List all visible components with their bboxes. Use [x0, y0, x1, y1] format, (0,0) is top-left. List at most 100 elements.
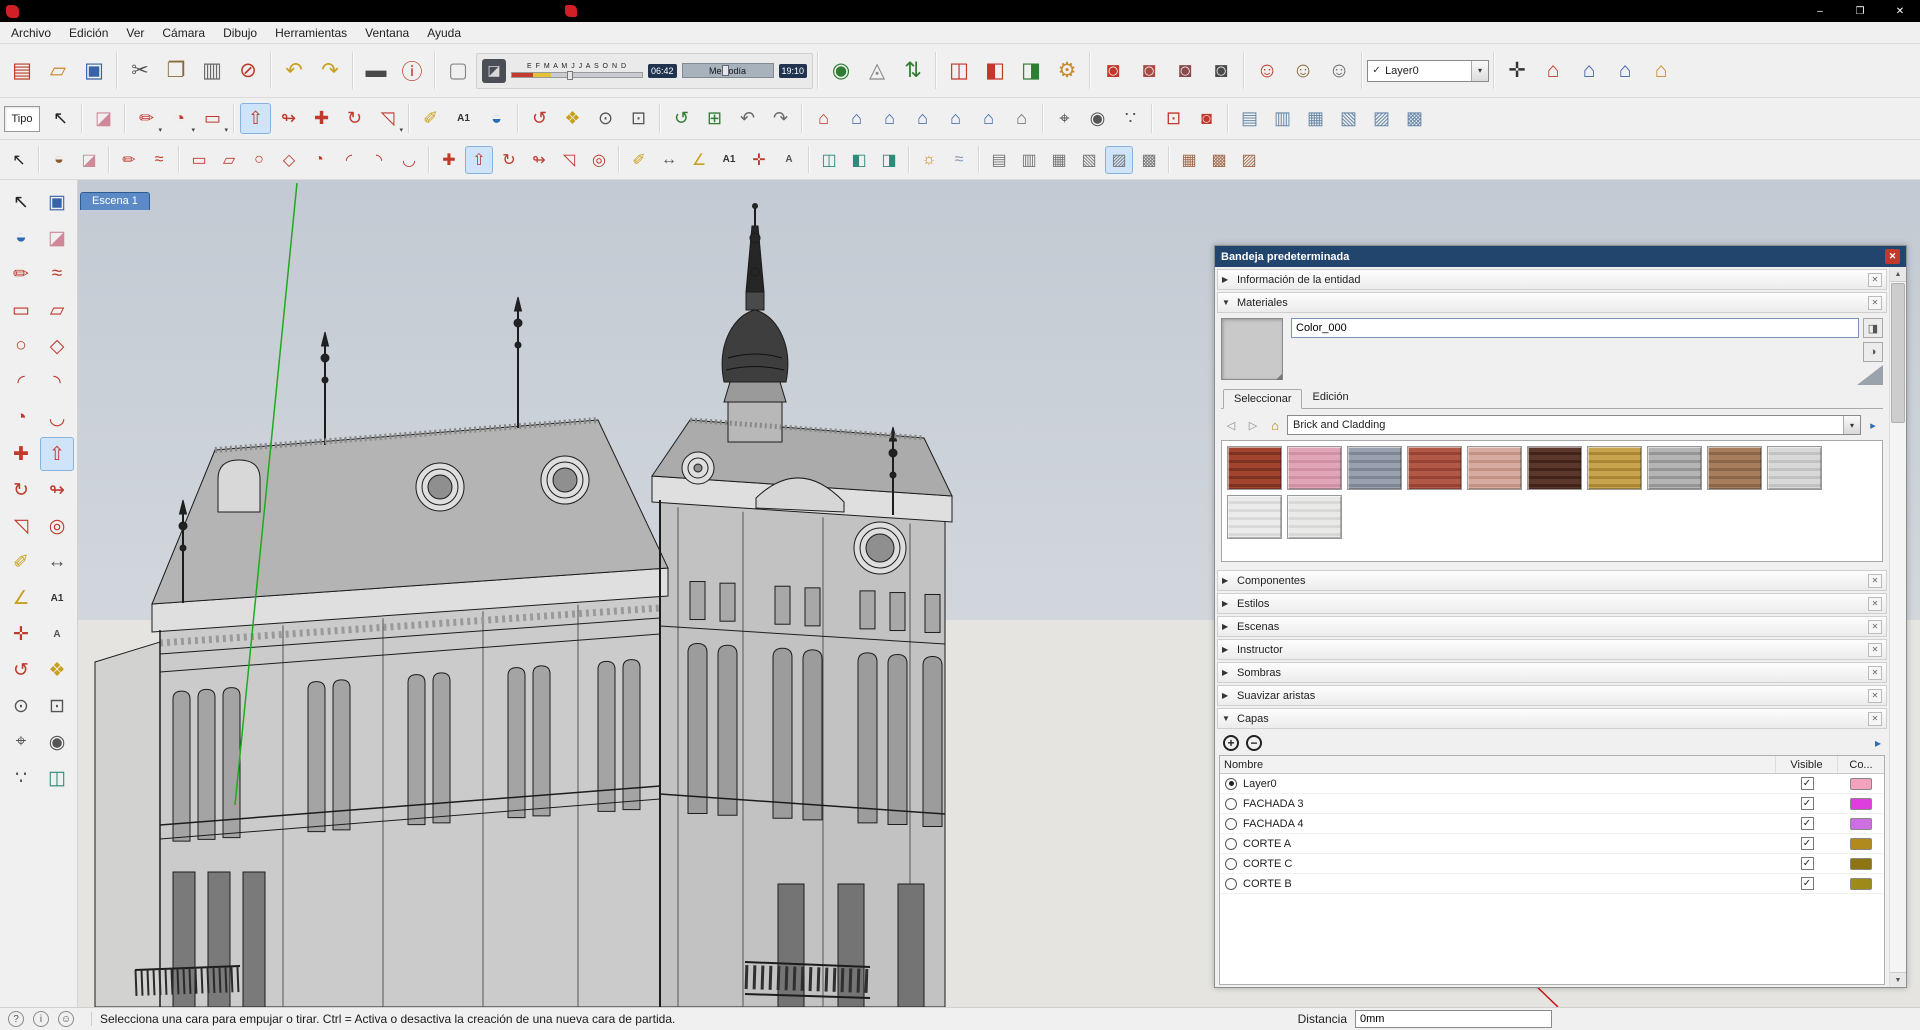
camera-film-icon[interactable]: ◙ [1204, 54, 1238, 88]
pie-tool-icon[interactable]: ◔ [4, 401, 38, 435]
undo-icon[interactable]: ↶ [277, 54, 311, 88]
shadow-date-slider[interactable]: E F M A M J J A S O N D [511, 63, 643, 78]
paint-bucket-tool-icon[interactable]: ◒ [4, 221, 38, 255]
zoom-next-icon[interactable]: ↷ [765, 103, 796, 134]
view-iso-house-icon[interactable]: ⌂ [808, 103, 839, 134]
material-preview[interactable]: ◢ [1221, 318, 1283, 380]
freehand-icon[interactable]: ≈ [145, 146, 173, 174]
section-header-instructor[interactable]: ▶ Instructor ✕ [1217, 639, 1887, 660]
layer-color-swatch[interactable] [1850, 838, 1872, 850]
section-header-componentes[interactable]: ▶ Componentes ✕ [1217, 570, 1887, 591]
layer-dropdown[interactable]: ✓ Layer0 ▾ [1367, 60, 1489, 82]
menu-camara[interactable]: Cámara [153, 23, 214, 43]
circle-tool-icon[interactable]: ○ [4, 329, 38, 363]
style-shaded-icon[interactable]: ▦ [1300, 103, 1331, 134]
component-options-icon[interactable]: ☺ [1286, 54, 1320, 88]
section-plane-tool-icon[interactable]: ◫ [40, 761, 74, 795]
material-swatch-brick-dark[interactable] [1527, 446, 1582, 490]
forward-icon[interactable]: ▷ [1243, 416, 1263, 434]
model-info-icon[interactable]: ⓘ [395, 54, 429, 88]
tab-seleccionar[interactable]: Seleccionar [1223, 389, 1302, 409]
camera-create-icon[interactable]: ◙ [1132, 54, 1166, 88]
new-file-icon[interactable]: ▤ [5, 54, 39, 88]
chevron-down-icon[interactable]: ▾ [1843, 416, 1860, 434]
layer-row[interactable]: CORTE C✓ [1220, 854, 1884, 874]
face-style-monochrome-icon[interactable]: ▨ [1105, 146, 1133, 174]
material-swatch-cladding-light-gray[interactable] [1767, 446, 1822, 490]
zoom-selection-icon[interactable]: ⊡ [1158, 103, 1189, 134]
scale-tool-icon[interactable]: ◹▾ [372, 103, 403, 134]
material-swatch-brick-yellow[interactable] [1587, 446, 1642, 490]
scroll-down-icon[interactable]: ▼ [1890, 972, 1906, 987]
layer-color-swatch[interactable] [1850, 778, 1872, 790]
sample-paint-icon[interactable]: ◑ [1863, 342, 1883, 362]
material-name-input[interactable] [1291, 318, 1859, 338]
column-visible[interactable]: Visible [1776, 756, 1838, 773]
eraser-tool-icon[interactable]: ◪ [40, 221, 74, 255]
view-bottom-house-icon[interactable]: ⌂ [1006, 103, 1037, 134]
select-tool-icon[interactable]: ↖ [4, 185, 38, 219]
circle-icon[interactable]: ○ [245, 146, 273, 174]
walk-tool-icon[interactable]: ∵ [1115, 103, 1146, 134]
line-tool-icon[interactable]: ✏ [4, 257, 38, 291]
position-camera-icon[interactable]: ⌖ [1049, 103, 1080, 134]
zoom-photo-icon[interactable]: ◙ [1191, 103, 1222, 134]
polygon-icon[interactable]: ◇ [275, 146, 303, 174]
collection-dropdown[interactable]: Brick and Cladding ▾ [1287, 415, 1861, 435]
layer-active-radio[interactable] [1225, 798, 1237, 810]
right-view-icon[interactable]: ⌂ [1644, 54, 1678, 88]
layer-color-swatch[interactable] [1850, 878, 1872, 890]
material-library-icon[interactable]: ▦ [1175, 146, 1203, 174]
send-to-layout-icon[interactable]: ◫ [942, 54, 976, 88]
photo-textures-icon[interactable]: ⇅ [896, 54, 930, 88]
axes-tool-icon[interactable]: ✛ [1500, 54, 1534, 88]
menu-ver[interactable]: Ver [117, 23, 153, 43]
scale-icon[interactable]: ◹ [555, 146, 583, 174]
face-style-shaded-icon[interactable]: ▦ [1045, 146, 1073, 174]
material-swatch-tile-pink[interactable] [1287, 446, 1342, 490]
column-color[interactable]: Co... [1838, 756, 1884, 773]
material-swatch-stone-block-gray[interactable] [1347, 446, 1402, 490]
offset-tool-icon[interactable]: ◎ [40, 509, 74, 543]
section-close-icon[interactable]: ✕ [1868, 597, 1882, 611]
layer-visible-checkbox[interactable]: ✓ [1801, 857, 1814, 870]
layer-row[interactable]: Layer0✓ [1220, 774, 1884, 794]
look-around-tool-icon[interactable]: ◉ [40, 725, 74, 759]
layer-row[interactable]: FACHADA 3✓ [1220, 794, 1884, 814]
line-icon[interactable]: ✏ [115, 146, 143, 174]
face-style-wireframe-icon[interactable]: ▤ [985, 146, 1013, 174]
offset-icon[interactable]: ◎ [585, 146, 613, 174]
move-tool-icon[interactable]: ✚ [4, 437, 38, 471]
camera-previous-icon[interactable]: ◙ [1096, 54, 1130, 88]
pan-tool-icon[interactable]: ❖ [557, 103, 588, 134]
zoom-previous-icon[interactable]: ↶ [732, 103, 763, 134]
zoom-window-tool-icon[interactable]: ⊡ [40, 689, 74, 723]
push-pull-tool-icon[interactable]: ⇧ [40, 437, 74, 471]
in-model-icon[interactable]: ⌂ [1265, 416, 1285, 434]
orbit-tool-icon[interactable]: ↺ [524, 103, 555, 134]
push-pull-icon[interactable]: ⇧ [465, 146, 493, 174]
save-icon[interactable]: ▣ [77, 54, 111, 88]
close-button[interactable]: ✕ [1880, 0, 1920, 22]
arc-tool-icon[interactable]: ◜ [4, 365, 38, 399]
eraser-icon[interactable]: ◪ [75, 146, 103, 174]
layer-color-swatch[interactable] [1850, 858, 1872, 870]
scene-tab[interactable]: Escena 1 [80, 192, 150, 210]
rectangle-icon[interactable]: ▭ [185, 146, 213, 174]
tape-measure-icon[interactable]: ✐ [415, 103, 446, 134]
two-point-arc-tool-icon[interactable]: ◝ [40, 365, 74, 399]
distance-input[interactable] [1355, 1010, 1552, 1028]
section-header-suavizar[interactable]: ▶ Suavizar aristas ✕ [1217, 685, 1887, 706]
section-header-sombras[interactable]: ▶ Sombras ✕ [1217, 662, 1887, 683]
layer-visible-checkbox[interactable]: ✓ [1801, 877, 1814, 890]
camera-look-icon[interactable]: ◙ [1168, 54, 1202, 88]
back-icon[interactable]: ◁ [1221, 416, 1241, 434]
view-top-house-icon[interactable]: ⌂ [841, 103, 872, 134]
help-icon[interactable]: ? [8, 1011, 24, 1027]
materials-card-icon[interactable]: ▢ [441, 54, 475, 88]
zoom-tool-icon[interactable]: ⊙ [4, 689, 38, 723]
follow-me-icon[interactable]: ↬ [525, 146, 553, 174]
line-tool-icon[interactable]: ✏▾ [131, 103, 162, 134]
layer-row[interactable]: CORTE B✓ [1220, 874, 1884, 894]
orbit-tool-icon[interactable]: ↺ [4, 653, 38, 687]
